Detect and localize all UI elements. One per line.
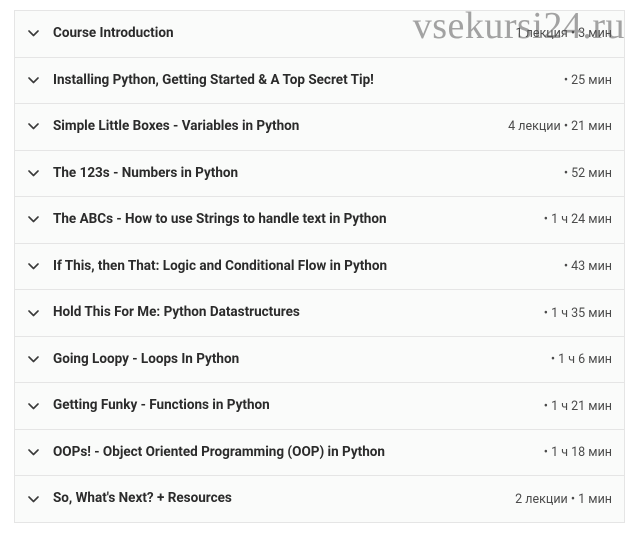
section-row-left: Installing Python, Getting Started & A T…	[27, 72, 554, 90]
section-row[interactable]: Course Introduction 1 лекция • 3 мин	[14, 10, 625, 58]
section-title: So, What's Next? + Resources	[53, 490, 232, 508]
chevron-down-icon	[27, 74, 39, 86]
section-row-left: The 123s - Numbers in Python	[27, 165, 554, 183]
section-meta: • 52 мин	[564, 166, 612, 181]
section-row[interactable]: Simple Little Boxes - Variables in Pytho…	[14, 103, 625, 151]
chevron-down-icon	[27, 493, 39, 505]
section-title: OOPs! - Object Oriented Programming (OOP…	[53, 444, 385, 462]
section-row[interactable]: So, What's Next? + Resources 2 лекции • 1…	[14, 475, 625, 523]
section-meta: • 1 ч 24 мин	[544, 212, 612, 227]
section-row-left: Course Introduction	[27, 25, 506, 43]
section-title: Getting Funky - Functions in Python	[53, 397, 270, 415]
course-section-list: Course Introduction 1 лекция • 3 мин Insta…	[14, 10, 625, 523]
section-row-left: If This, then That: Logic and Conditiona…	[27, 258, 554, 276]
section-meta: • 1 ч 35 мин	[544, 306, 612, 321]
chevron-down-icon	[27, 214, 39, 226]
section-row[interactable]: If This, then That: Logic and Conditiona…	[14, 243, 625, 291]
section-row-left: The ABCs - How to use Strings to handle …	[27, 211, 534, 229]
section-title: Course Introduction	[53, 25, 174, 43]
chevron-down-icon	[27, 121, 39, 133]
section-row[interactable]: Getting Funky - Functions in Python • 1 ч…	[14, 382, 625, 430]
section-meta: • 43 мин	[564, 259, 612, 274]
chevron-down-icon	[27, 167, 39, 179]
chevron-down-icon	[27, 28, 39, 40]
section-title: Installing Python, Getting Started & A T…	[53, 72, 374, 90]
chevron-down-icon	[27, 354, 39, 366]
section-meta: • 25 мин	[564, 73, 612, 88]
section-row-left: Hold This For Me: Python Datastructures	[27, 304, 534, 322]
section-title: Hold This For Me: Python Datastructures	[53, 304, 300, 322]
section-meta: • 1 ч 21 мин	[544, 399, 612, 414]
section-row-left: Simple Little Boxes - Variables in Pytho…	[27, 118, 498, 136]
section-row[interactable]: The ABCs - How to use Strings to handle …	[14, 196, 625, 244]
section-title: The 123s - Numbers in Python	[53, 165, 238, 183]
chevron-down-icon	[27, 447, 39, 459]
section-row-left: So, What's Next? + Resources	[27, 490, 505, 508]
section-meta: • 1 ч 6 мин	[551, 352, 612, 367]
section-meta: 1 лекция • 3 мин	[516, 26, 612, 41]
section-row[interactable]: Going Loopy - Loops In Python • 1 ч 6 мин	[14, 336, 625, 384]
chevron-down-icon	[27, 307, 39, 319]
section-row[interactable]: The 123s - Numbers in Python • 52 мин	[14, 150, 625, 198]
chevron-down-icon	[27, 400, 39, 412]
section-row-left: Getting Funky - Functions in Python	[27, 397, 534, 415]
section-meta: 4 лекции • 21 мин	[508, 119, 612, 134]
section-title: The ABCs - How to use Strings to handle …	[53, 211, 387, 229]
section-meta: • 1 ч 18 мин	[544, 445, 612, 460]
section-meta: 2 лекции • 1 мин	[515, 492, 612, 507]
section-title: Simple Little Boxes - Variables in Pytho…	[53, 118, 299, 136]
section-row-left: OOPs! - Object Oriented Programming (OOP…	[27, 444, 534, 462]
section-row-left: Going Loopy - Loops In Python	[27, 351, 541, 369]
section-row[interactable]: OOPs! - Object Oriented Programming (OOP…	[14, 429, 625, 477]
section-title: Going Loopy - Loops In Python	[53, 351, 239, 369]
chevron-down-icon	[27, 261, 39, 273]
section-row[interactable]: Installing Python, Getting Started & A T…	[14, 57, 625, 105]
section-title: If This, then That: Logic and Conditiona…	[53, 258, 387, 276]
section-row[interactable]: Hold This For Me: Python Datastructures •…	[14, 289, 625, 337]
